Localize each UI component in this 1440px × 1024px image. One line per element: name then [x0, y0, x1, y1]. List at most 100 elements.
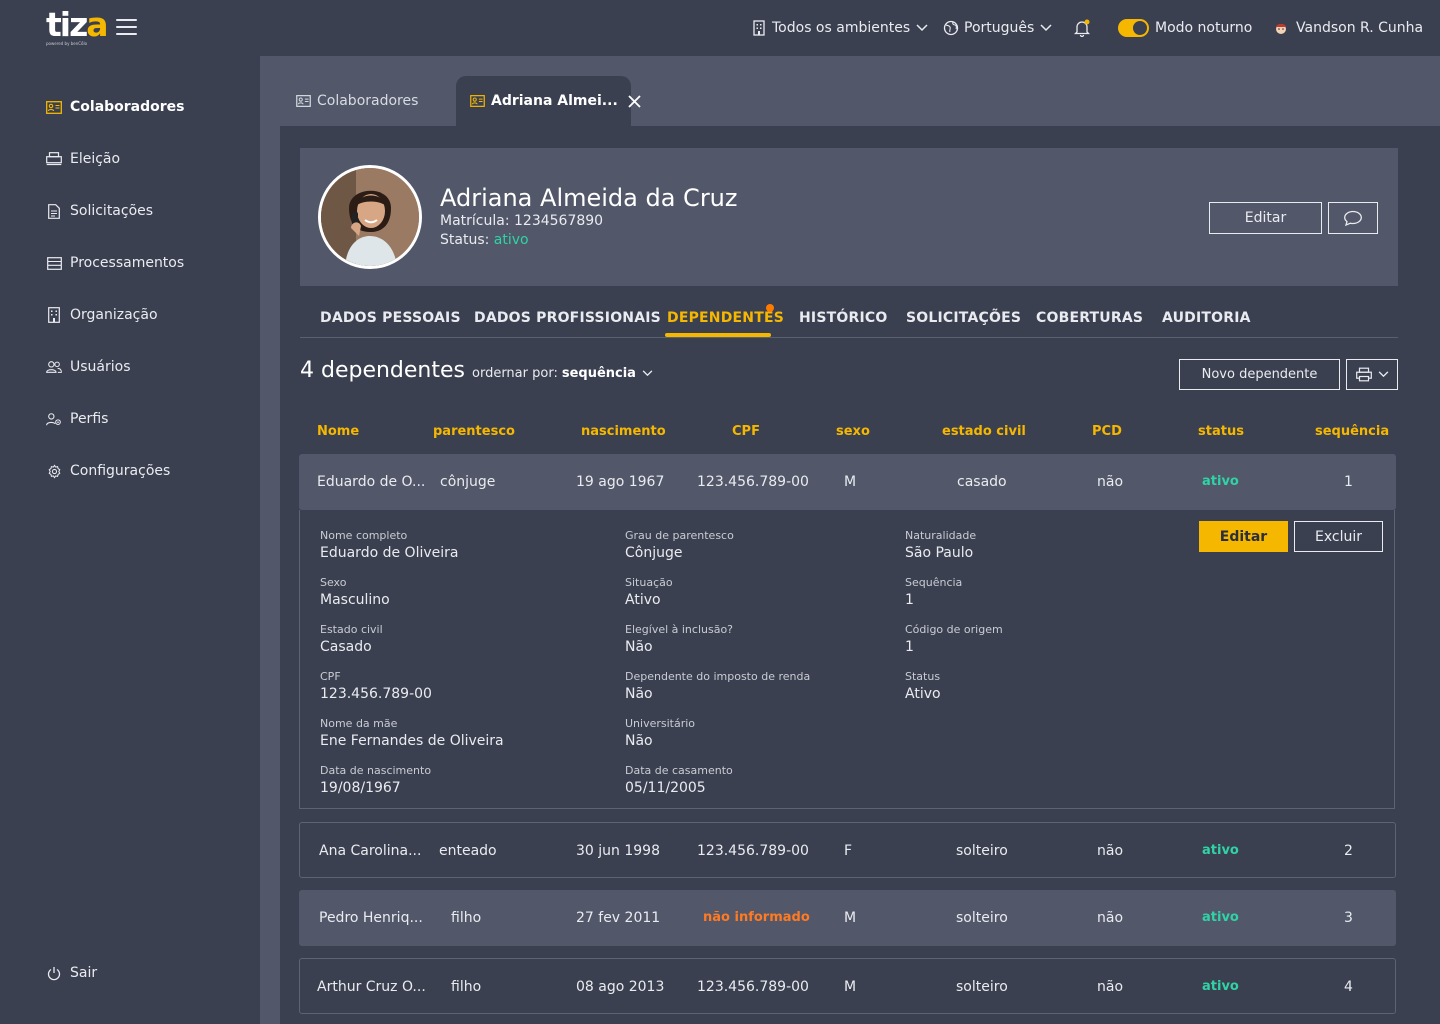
gear-icon [46, 463, 62, 479]
detail-label: Código de origem [905, 623, 1003, 636]
registration-label: Matrícula: [440, 213, 510, 229]
sidebar-item-configuracoes[interactable]: Configurações [46, 461, 170, 481]
cell-cpf: 123.456.789-00 [697, 474, 809, 490]
id-card-icon [46, 99, 62, 115]
detail-value: Cônjuge [625, 545, 683, 561]
cell-status: ativo [1202, 843, 1239, 858]
printer-icon [46, 151, 62, 167]
message-button[interactable] [1328, 202, 1378, 234]
sidebar-item-organizacao[interactable]: Organização [46, 305, 158, 325]
environment-selector[interactable]: Todos os ambientes [752, 18, 928, 38]
close-icon[interactable] [628, 94, 641, 108]
detail-label: Sequência [905, 576, 963, 589]
column-header[interactable]: sexo [836, 424, 870, 439]
detail-value: Masculino [320, 592, 390, 608]
chat-bubble-icon [1344, 210, 1362, 226]
column-header[interactable]: estado civil [942, 424, 1026, 439]
detail-label: Elegível à inclusão? [625, 623, 734, 636]
table-row[interactable]: Eduardo de O... cônjuge 19 ago 1967 123.… [299, 454, 1396, 510]
section-tabs: DADOS PESSOAIS DADOS PROFISSIONAIS DEPEN… [300, 284, 1398, 338]
detail-value: Ene Fernandes de Oliveira [320, 733, 504, 749]
tab-solicitacoes[interactable]: SOLICITAÇÕES [906, 310, 1021, 326]
cell-cpf: 123.456.789-00 [697, 979, 809, 995]
sidebar-item-solicitacoes[interactable]: Solicitações [46, 201, 153, 221]
delete-dependent-button[interactable]: Excluir [1294, 521, 1383, 552]
cell-marital: solteiro [956, 843, 1008, 859]
column-header[interactable]: status [1198, 424, 1244, 439]
cell-pcd: não [1097, 979, 1124, 995]
detail-value: Eduardo de Oliveira [320, 545, 459, 561]
edit-employee-button[interactable]: Editar [1209, 202, 1322, 234]
logout-label: Sair [70, 965, 98, 981]
building-icon [46, 307, 62, 323]
cell-status: ativo [1202, 910, 1239, 925]
detail-label: Grau de parentesco [625, 529, 734, 542]
building-icon [753, 20, 765, 36]
cell-birth: 08 ago 2013 [576, 979, 665, 995]
language-selector[interactable]: Português [943, 18, 1052, 38]
tab-adriana[interactable]: Adriana Almei... [456, 76, 641, 126]
column-header[interactable]: CPF [732, 424, 760, 439]
tab-dados-profissionais[interactable]: DADOS PROFISSIONAIS [474, 310, 661, 326]
sidebar-item-perfis[interactable]: Perfis [46, 409, 108, 429]
column-header[interactable]: sequência [1315, 424, 1389, 439]
dependent-detail: Nome completo Eduardo de Oliveira Sexo M… [299, 510, 1395, 809]
detail-value: Ativo [905, 686, 941, 702]
table-row[interactable]: Arthur Cruz O... filho 08 ago 2013 123.4… [299, 958, 1396, 1014]
print-menu-button[interactable] [1346, 359, 1398, 390]
cell-pcd: não [1097, 910, 1124, 926]
cell-birth: 19 ago 1967 [576, 474, 665, 490]
detail-value: Casado [320, 639, 372, 655]
column-header[interactable]: nascimento [581, 424, 666, 439]
table-row[interactable]: Ana Carolina... enteado 30 jun 1998 123.… [299, 822, 1396, 878]
tab-historico[interactable]: HISTÓRICO [799, 310, 887, 326]
edit-dependent-button[interactable]: Editar [1199, 521, 1288, 552]
dark-mode-toggle[interactable]: Modo noturno [1118, 18, 1252, 38]
sidebar-item-label: Organização [70, 307, 158, 323]
detail-label: Data de nascimento [320, 764, 432, 777]
cell-pcd: não [1097, 843, 1124, 859]
new-dependent-button[interactable]: Novo dependente [1179, 359, 1340, 390]
environment-label: Todos os ambientes [772, 20, 911, 36]
tab-dados-pessoais[interactable]: DADOS PESSOAIS [320, 310, 461, 326]
tab-dependentes[interactable]: DEPENDENTES [667, 310, 784, 326]
sidebar-item-label: Perfis [70, 411, 109, 427]
cell-cpf: 123.456.789-00 [697, 843, 809, 859]
employee-registration: Matrícula: 1234567890 [440, 213, 603, 229]
logout-button[interactable]: Sair [46, 963, 97, 983]
column-header[interactable]: Nome [317, 424, 359, 439]
detail-value: 1 [905, 592, 914, 608]
user-gear-icon [46, 411, 62, 427]
sidebar-item-usuarios[interactable]: Usuários [46, 357, 131, 377]
sidebar-item-eleicao[interactable]: Eleição [46, 149, 120, 169]
user-name: Vandson R. Cunha [1296, 20, 1424, 36]
column-header[interactable]: parentesco [433, 424, 515, 439]
detail-value: 1 [905, 639, 914, 655]
active-tab-indicator [665, 333, 771, 337]
hamburger-menu-icon[interactable] [116, 19, 137, 37]
order-by-selector[interactable]: ordernar por: sequência [472, 366, 653, 381]
order-label: ordernar por: [472, 366, 558, 381]
column-header[interactable]: PCD [1092, 424, 1122, 439]
table-row[interactable]: Pedro Henriq... filho 27 fev 2011 não in… [299, 890, 1396, 946]
sidebar-item-colaboradores[interactable]: Colaboradores [46, 97, 185, 117]
status-label: Status: [440, 232, 490, 248]
chevron-down-icon [1040, 24, 1052, 32]
employee-name: Adriana Almeida da Cruz [440, 184, 738, 212]
registration-value: 1234567890 [514, 213, 604, 229]
notifications-button[interactable] [1074, 18, 1090, 38]
tiza-logo[interactable]: tiza powered by benCôlo [46, 8, 109, 46]
detail-label: Naturalidade [905, 529, 977, 542]
tab-auditoria[interactable]: AUDITORIA [1162, 310, 1251, 326]
bell-icon [1074, 19, 1090, 37]
toggle-switch[interactable] [1118, 19, 1149, 37]
cell-pcd: não [1097, 474, 1124, 490]
dark-mode-label: Modo noturno [1155, 20, 1253, 36]
tab-coberturas[interactable]: COBERTURAS [1036, 310, 1143, 326]
tab-colaboradores[interactable]: Colaboradores [296, 76, 418, 126]
chevron-down-icon [642, 370, 653, 377]
user-menu[interactable]: Vandson R. Cunha [1273, 18, 1423, 38]
sidebar-item-processamentos[interactable]: Processamentos [46, 253, 184, 273]
employee-panel: Adriana Almeida da Cruz Matrícula: 12345… [280, 126, 1440, 1024]
top-bar: tiza powered by benCôlo Todos os ambient… [0, 0, 1440, 56]
